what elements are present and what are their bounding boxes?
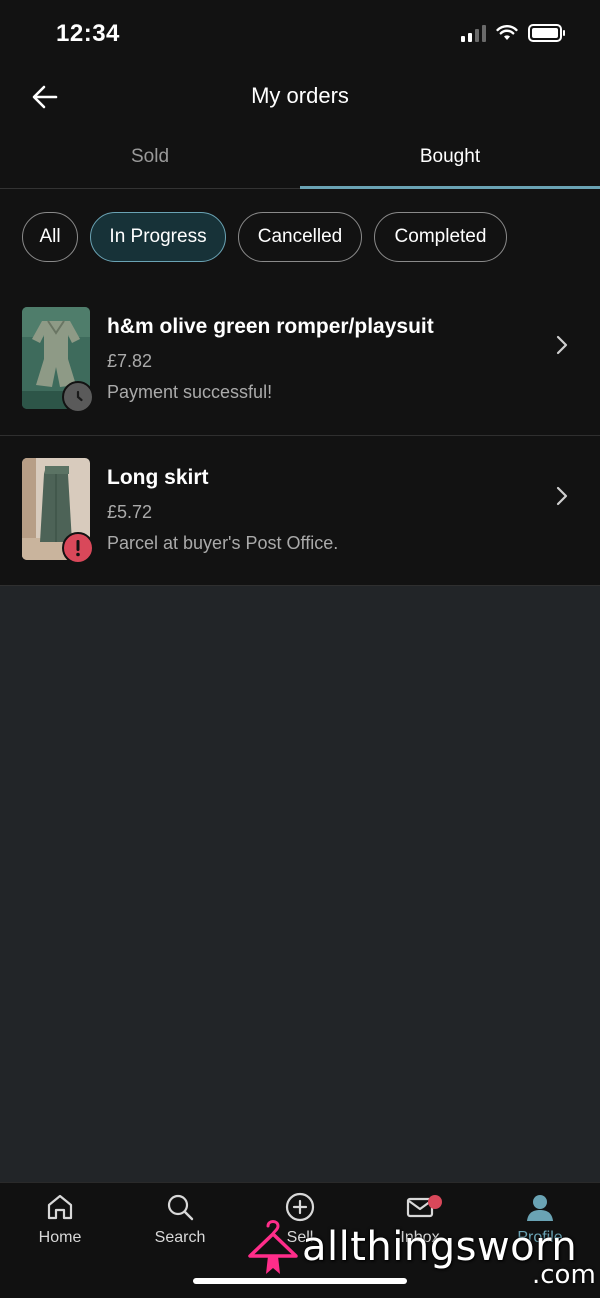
filter-in-progress-chip[interactable]: In Progress xyxy=(90,212,226,262)
home-icon xyxy=(47,1194,73,1220)
chevron-right-icon xyxy=(556,335,568,355)
exclamation-icon xyxy=(62,532,94,564)
nav-home-label: Home xyxy=(38,1229,82,1246)
order-title: h&m olive green romper/playsuit xyxy=(107,315,434,338)
status-icons xyxy=(461,24,565,42)
status-time: 12:34 xyxy=(56,20,120,47)
filter-all-chip[interactable]: All xyxy=(22,212,78,262)
wifi-icon xyxy=(496,25,518,40)
chevron-right-icon xyxy=(556,486,568,506)
order-price: £7.82 xyxy=(107,351,153,371)
battery-icon xyxy=(528,24,565,42)
clock-icon xyxy=(62,381,94,413)
filter-cancelled-chip[interactable]: Cancelled xyxy=(238,212,362,262)
nav-search-label: Search xyxy=(154,1229,206,1246)
tab-active-indicator xyxy=(300,186,600,189)
hanger-logo-icon xyxy=(248,1220,298,1274)
tab-bought[interactable]: Bought xyxy=(300,146,600,168)
filter-completed-chip[interactable]: Completed xyxy=(374,212,507,262)
watermark-suffix: .com xyxy=(532,1260,596,1290)
nav-search[interactable]: Search xyxy=(120,1191,240,1247)
order-row[interactable]: h&m olive green romper/playsuit £7.82 Pa… xyxy=(0,285,600,435)
nav-home[interactable]: Home xyxy=(0,1191,120,1247)
row-divider xyxy=(0,585,600,586)
home-indicator[interactable] xyxy=(193,1278,407,1284)
order-price: £5.72 xyxy=(107,502,153,522)
tab-sold[interactable]: Sold xyxy=(0,146,300,168)
order-row[interactable]: Long skirt £5.72 Parcel at buyer's Post … xyxy=(0,436,600,586)
page-title: My orders xyxy=(251,83,349,108)
notification-badge xyxy=(428,1195,442,1209)
order-status-text: Parcel at buyer's Post Office. xyxy=(107,533,339,553)
order-title: Long skirt xyxy=(107,466,209,489)
cellular-signal-icon xyxy=(461,24,486,42)
search-icon xyxy=(167,1194,194,1221)
order-status-text: Payment successful! xyxy=(107,382,273,402)
